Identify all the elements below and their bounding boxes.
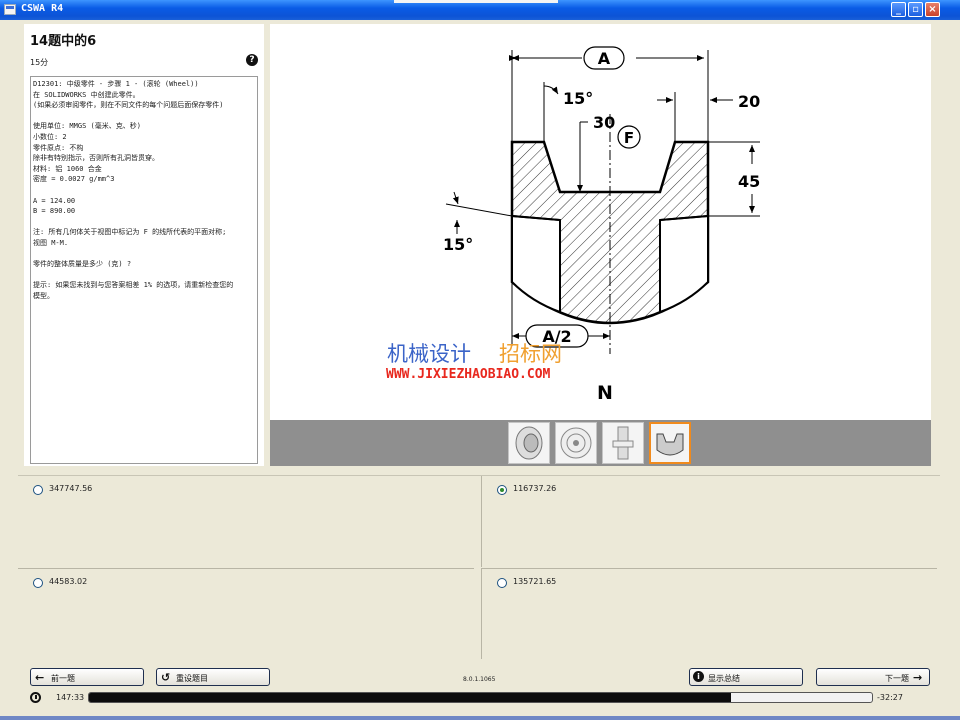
help-icon[interactable]: ? [246, 54, 258, 66]
question-header: 14题中的6 [30, 34, 97, 49]
prev-button-label: 前一题 [51, 674, 75, 683]
answer-option-1[interactable]: 347747.56 [18, 476, 474, 567]
thumbnail-section[interactable] [649, 422, 691, 464]
reset-icon: ↺ [161, 671, 171, 684]
image-panel: A 15° 30 F 20 45 15° A/2 机械设计 招标网 WWW.JI… [270, 24, 931, 466]
time-progress-bar [88, 692, 873, 703]
thumbnail-side[interactable] [602, 422, 644, 464]
title-bar: CSWA R4 _ ▫ × [0, 0, 960, 20]
answer-options: 347747.56 116737.26 44583.02 135721.65 [18, 475, 940, 659]
app-icon [4, 4, 16, 15]
dim-30-label: 30 [593, 113, 615, 132]
answer-option-3[interactable]: 44583.02 [18, 568, 474, 659]
thumbnail-iso[interactable] [508, 422, 550, 464]
question-text-line: 材料: 铝 1060 合金 [33, 164, 102, 173]
time-elapsed: 147:33 [56, 693, 85, 702]
time-progress-fill [89, 693, 732, 702]
reset-button[interactable]: ↺ 重设题目 [156, 668, 270, 686]
wheel-front-icon [560, 427, 592, 459]
answer-radio-1[interactable] [33, 485, 43, 495]
window-title: CSWA R4 [21, 3, 64, 14]
answer-text-1: 347747.56 [49, 484, 93, 493]
section-drawing: A 15° 30 F 20 45 15° A/2 机械设计 招标网 WWW.JI… [386, 46, 760, 404]
arrow-right-icon: → [913, 671, 923, 684]
question-text-line [33, 185, 255, 196]
question-text-line: 使用单位: MMGS (毫米、克、秒) [33, 122, 141, 131]
title-bar-notch [394, 0, 558, 3]
answer-option-4[interactable]: 135721.65 [481, 568, 937, 659]
question-text-line: D12301: 中级零件 - 步骤 1 - (滚轮 (Wheel)) [33, 80, 199, 88]
question-text-line: 零件的整体质量是多少 (克) ? [33, 260, 132, 269]
view-label: N [597, 382, 613, 404]
close-button[interactable]: × [925, 2, 940, 17]
restore-button[interactable]: ▫ [908, 2, 923, 17]
window-bottom-edge [0, 716, 960, 720]
summary-button-label: 显示总结 [708, 674, 740, 683]
question-text-line: 零件原点: 不构 [33, 143, 84, 152]
question-panel: 14题中的6 15分 ? D12301: 中级零件 - 步骤 1 - (滚轮 (… [24, 24, 264, 466]
question-text-line: 除非有特别指示，否则所有孔洞皆贯穿。 [33, 154, 159, 163]
question-text-line: (如果必须审阅零件，则在不同文件的每个问题后面保存零件) [33, 101, 224, 110]
question-text-line [33, 111, 255, 122]
summary-button[interactable]: i 显示总结 [689, 668, 803, 686]
answer-radio-2[interactable] [497, 485, 507, 495]
question-text[interactable]: D12301: 中级零件 - 步骤 1 - (滚轮 (Wheel)) 在 SOLI… [30, 76, 258, 464]
question-text-line: 在 SOLIDWORKS 中创建此零件。 [33, 90, 140, 99]
answer-option-2[interactable]: 116737.26 [481, 476, 937, 567]
answer-text-2: 116737.26 [513, 484, 557, 493]
arrow-left-icon: ← [35, 671, 45, 684]
question-text-line: A = 124.00 [33, 196, 76, 205]
question-points: 15分 [30, 58, 49, 67]
watermark-cn-blue: 机械设计 [387, 342, 471, 366]
next-button[interactable]: 下一题 → [816, 668, 930, 686]
thumbnail-front[interactable] [555, 422, 597, 464]
watermark-url: WWW.JIXIEZHAOBIAO.COM [386, 367, 551, 382]
watermark-cn-orange: 招标网 [499, 342, 562, 366]
question-text-line: 视图 M-M. [33, 238, 69, 247]
reset-button-label: 重设题目 [176, 674, 208, 683]
app-window: CSWA R4 _ ▫ × 14题中的6 15分 ? D12301: 中级零件 … [0, 0, 960, 720]
version-text: 8.0.1.1065 [463, 676, 496, 683]
dim-15-top-label: 15° [563, 89, 593, 108]
question-text-line: 模型。 [33, 291, 54, 300]
question-text-line [33, 217, 255, 228]
wheel-section-icon [656, 433, 684, 456]
dim-A-label: A [598, 49, 611, 68]
answer-text-4: 135721.65 [513, 577, 557, 586]
question-text-line: 提示: 如果您未找到与您答案相差 1% 的选项，请重新检查您的 [33, 281, 234, 290]
question-text-line: 注: 所有几何体关于视图中标记为 F 的线所代表的平面对称; [33, 228, 227, 237]
clock-icon [30, 692, 41, 703]
question-text-line: 小数位: 2 [33, 132, 67, 141]
answer-text-3: 44583.02 [49, 577, 88, 586]
prev-button[interactable]: ← 前一题 [30, 668, 144, 686]
right-bore-region [659, 214, 709, 314]
answer-radio-3[interactable] [33, 578, 43, 588]
time-remaining: -32:27 [877, 693, 903, 702]
wheel-iso-icon [515, 426, 543, 460]
dim-45-label: 45 [738, 172, 760, 191]
question-text-line [33, 270, 255, 281]
dim-15-left-label: 15° [443, 235, 473, 254]
question-text-line: B = 890.00 [33, 207, 76, 216]
question-text-line [33, 249, 255, 260]
question-text-line: 密度 = 0.0027 g/mm^3 [33, 175, 115, 184]
left-bore-region [511, 214, 561, 314]
dim-20-label: 20 [738, 92, 760, 111]
info-icon: i [693, 671, 704, 682]
minimize-button[interactable]: _ [891, 2, 906, 17]
label-F: F [624, 129, 634, 147]
wheel-side-icon [612, 426, 634, 460]
next-button-label: 下一题 [885, 674, 909, 683]
thumbnail-strip [270, 420, 931, 466]
answer-radio-4[interactable] [497, 578, 507, 588]
